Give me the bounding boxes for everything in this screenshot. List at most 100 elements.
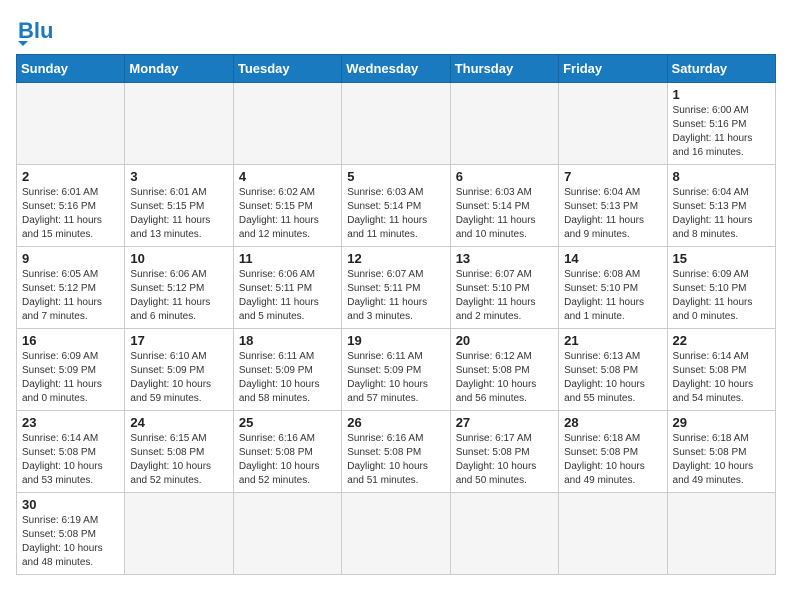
- week-row-4: 16Sunrise: 6:09 AMSunset: 5:09 PMDayligh…: [17, 329, 776, 411]
- weekday-header-thursday: Thursday: [450, 55, 558, 83]
- week-row-1: 1 Sunrise: 6:00 AMSunset: 5:16 PMDaylight…: [17, 83, 776, 165]
- day-info: Sunrise: 6:17 AMSunset: 5:08 PMDaylight:…: [456, 432, 553, 488]
- day-info: Sunrise: 6:12 AMSunset: 5:08 PMDaylight:…: [456, 350, 553, 406]
- calendar-cell: 6 Sunrise: 6:03 AMSunset: 5:14 PMDaylight…: [450, 165, 558, 247]
- day-info: Sunrise: 6:07 AMSunset: 5:10 PMDaylight:…: [456, 268, 553, 324]
- day-number: 1: [673, 87, 770, 102]
- day-number: 21: [564, 333, 661, 348]
- calendar-cell: [233, 83, 341, 165]
- day-info: Sunrise: 6:02 AMSunset: 5:15 PMDaylight:…: [239, 186, 336, 242]
- calendar-cell: 12 Sunrise: 6:07 AMSunset: 5:11 PMDayligh…: [342, 247, 450, 329]
- day-number: 19: [347, 333, 444, 348]
- calendar-cell: [342, 83, 450, 165]
- calendar-cell: [125, 83, 233, 165]
- calendar-cell: [559, 493, 667, 575]
- weekday-header-tuesday: Tuesday: [233, 55, 341, 83]
- calendar-cell: 27 Sunrise: 6:17 AMSunset: 5:08 PMDayligh…: [450, 411, 558, 493]
- calendar-cell: 26 Sunrise: 6:16 AMSunset: 5:08 PMDayligh…: [342, 411, 450, 493]
- calendar-cell: [450, 493, 558, 575]
- logo-blue-part: Blue: [18, 16, 54, 46]
- day-number: 20: [456, 333, 553, 348]
- calendar-cell: [125, 493, 233, 575]
- calendar-cell: [450, 83, 558, 165]
- weekday-header-row: SundayMondayTuesdayWednesdayThursdayFrid…: [17, 55, 776, 83]
- calendar-cell: 30Sunrise: 6:19 AMSunset: 5:08 PMDayligh…: [17, 493, 125, 575]
- calendar-cell: 3 Sunrise: 6:01 AMSunset: 5:15 PMDaylight…: [125, 165, 233, 247]
- day-number: 7: [564, 169, 661, 184]
- calendar-cell: [17, 83, 125, 165]
- day-number: 30: [22, 497, 119, 512]
- header: Blue: [16, 16, 776, 46]
- day-info: Sunrise: 6:04 AMSunset: 5:13 PMDaylight:…: [564, 186, 661, 242]
- day-number: 2: [22, 169, 119, 184]
- day-number: 15: [673, 251, 770, 266]
- day-info: Sunrise: 6:06 AMSunset: 5:11 PMDaylight:…: [239, 268, 336, 324]
- day-info: Sunrise: 6:01 AMSunset: 5:16 PMDaylight:…: [22, 186, 119, 242]
- calendar-cell: [233, 493, 341, 575]
- calendar-cell: 22Sunrise: 6:14 AMSunset: 5:08 PMDayligh…: [667, 329, 775, 411]
- calendar-cell: 20 Sunrise: 6:12 AMSunset: 5:08 PMDayligh…: [450, 329, 558, 411]
- calendar-cell: 10 Sunrise: 6:06 AMSunset: 5:12 PMDayligh…: [125, 247, 233, 329]
- logo: Blue: [16, 16, 54, 46]
- calendar-cell: 7 Sunrise: 6:04 AMSunset: 5:13 PMDaylight…: [559, 165, 667, 247]
- week-row-6: 30Sunrise: 6:19 AMSunset: 5:08 PMDayligh…: [17, 493, 776, 575]
- day-info: Sunrise: 6:18 AMSunset: 5:08 PMDaylight:…: [564, 432, 661, 488]
- day-info: Sunrise: 6:10 AMSunset: 5:09 PMDaylight:…: [130, 350, 227, 406]
- calendar-cell: 9 Sunrise: 6:05 AMSunset: 5:12 PMDaylight…: [17, 247, 125, 329]
- day-info: Sunrise: 6:16 AMSunset: 5:08 PMDaylight:…: [347, 432, 444, 488]
- day-number: 27: [456, 415, 553, 430]
- day-info: Sunrise: 6:03 AMSunset: 5:14 PMDaylight:…: [456, 186, 553, 242]
- day-number: 4: [239, 169, 336, 184]
- day-info: Sunrise: 6:09 AMSunset: 5:09 PMDaylight:…: [22, 350, 119, 406]
- calendar-cell: 13 Sunrise: 6:07 AMSunset: 5:10 PMDayligh…: [450, 247, 558, 329]
- calendar-cell: [667, 493, 775, 575]
- day-number: 28: [564, 415, 661, 430]
- day-info: Sunrise: 6:16 AMSunset: 5:08 PMDaylight:…: [239, 432, 336, 488]
- day-number: 18: [239, 333, 336, 348]
- day-info: Sunrise: 6:06 AMSunset: 5:12 PMDaylight:…: [130, 268, 227, 324]
- day-info: Sunrise: 6:08 AMSunset: 5:10 PMDaylight:…: [564, 268, 661, 324]
- calendar-cell: 21Sunrise: 6:13 AMSunset: 5:08 PMDayligh…: [559, 329, 667, 411]
- day-info: Sunrise: 6:01 AMSunset: 5:15 PMDaylight:…: [130, 186, 227, 242]
- calendar-cell: 2 Sunrise: 6:01 AMSunset: 5:16 PMDaylight…: [17, 165, 125, 247]
- day-number: 12: [347, 251, 444, 266]
- day-info: Sunrise: 6:11 AMSunset: 5:09 PMDaylight:…: [347, 350, 444, 406]
- day-number: 22: [673, 333, 770, 348]
- day-number: 24: [130, 415, 227, 430]
- calendar-cell: 15 Sunrise: 6:09 AMSunset: 5:10 PMDayligh…: [667, 247, 775, 329]
- calendar-cell: 8Sunrise: 6:04 AMSunset: 5:13 PMDaylight…: [667, 165, 775, 247]
- day-number: 25: [239, 415, 336, 430]
- weekday-header-wednesday: Wednesday: [342, 55, 450, 83]
- logo-bird-icon: Blue: [18, 16, 54, 46]
- day-info: Sunrise: 6:18 AMSunset: 5:08 PMDaylight:…: [673, 432, 770, 488]
- calendar-cell: 11 Sunrise: 6:06 AMSunset: 5:11 PMDayligh…: [233, 247, 341, 329]
- day-number: 8: [673, 169, 770, 184]
- day-info: Sunrise: 6:15 AMSunset: 5:08 PMDaylight:…: [130, 432, 227, 488]
- svg-text:Blue: Blue: [18, 18, 54, 43]
- day-number: 26: [347, 415, 444, 430]
- day-number: 6: [456, 169, 553, 184]
- day-info: Sunrise: 6:05 AMSunset: 5:12 PMDaylight:…: [22, 268, 119, 324]
- day-number: 10: [130, 251, 227, 266]
- day-number: 9: [22, 251, 119, 266]
- calendar-cell: 17Sunrise: 6:10 AMSunset: 5:09 PMDayligh…: [125, 329, 233, 411]
- day-number: 3: [130, 169, 227, 184]
- calendar-cell: 25 Sunrise: 6:16 AMSunset: 5:08 PMDayligh…: [233, 411, 341, 493]
- calendar-cell: 24 Sunrise: 6:15 AMSunset: 5:08 PMDayligh…: [125, 411, 233, 493]
- calendar-cell: [559, 83, 667, 165]
- day-number: 5: [347, 169, 444, 184]
- weekday-header-friday: Friday: [559, 55, 667, 83]
- calendar-cell: 1 Sunrise: 6:00 AMSunset: 5:16 PMDaylight…: [667, 83, 775, 165]
- day-info: Sunrise: 6:09 AMSunset: 5:10 PMDaylight:…: [673, 268, 770, 324]
- calendar-cell: 14Sunrise: 6:08 AMSunset: 5:10 PMDayligh…: [559, 247, 667, 329]
- calendar-cell: 5Sunrise: 6:03 AMSunset: 5:14 PMDaylight…: [342, 165, 450, 247]
- calendar-cell: 16Sunrise: 6:09 AMSunset: 5:09 PMDayligh…: [17, 329, 125, 411]
- day-info: Sunrise: 6:07 AMSunset: 5:11 PMDaylight:…: [347, 268, 444, 324]
- day-number: 11: [239, 251, 336, 266]
- day-number: 13: [456, 251, 553, 266]
- day-info: Sunrise: 6:00 AMSunset: 5:16 PMDaylight:…: [673, 104, 770, 160]
- calendar-cell: 4 Sunrise: 6:02 AMSunset: 5:15 PMDaylight…: [233, 165, 341, 247]
- calendar-cell: 19 Sunrise: 6:11 AMSunset: 5:09 PMDayligh…: [342, 329, 450, 411]
- calendar-cell: 18Sunrise: 6:11 AMSunset: 5:09 PMDayligh…: [233, 329, 341, 411]
- week-row-3: 9 Sunrise: 6:05 AMSunset: 5:12 PMDaylight…: [17, 247, 776, 329]
